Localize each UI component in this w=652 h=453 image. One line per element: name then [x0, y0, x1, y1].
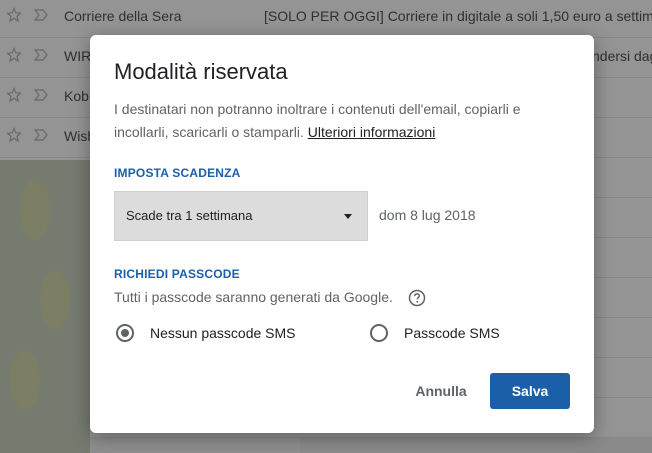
- save-button[interactable]: Salva: [490, 373, 570, 409]
- passcode-hint: Tutti i passcode saranno generati da Goo…: [114, 289, 393, 305]
- help-icon[interactable]: [408, 289, 426, 307]
- dialog-description: I destinatari non potranno inoltrare i c…: [114, 98, 566, 144]
- expiry-date: dom 8 lug 2018: [379, 207, 476, 223]
- expiry-heading: IMPOSTA SCADENZA: [114, 166, 241, 180]
- expiry-select[interactable]: Scade tra 1 settimana: [114, 191, 368, 241]
- expiry-select-value: Scade tra 1 settimana: [126, 208, 253, 223]
- radio-no-sms-passcode[interactable]: Nessun passcode SMS: [116, 324, 296, 342]
- learn-more-link[interactable]: Ulteriori informazioni: [308, 124, 436, 140]
- radio-label: Passcode SMS: [404, 325, 500, 341]
- passcode-heading: RICHIEDI PASSCODE: [114, 267, 240, 281]
- cancel-button[interactable]: Annulla: [408, 373, 474, 409]
- confidential-mode-dialog: Modalità riservata I destinatari non pot…: [90, 35, 594, 433]
- radio-sms-passcode[interactable]: Passcode SMS: [370, 324, 500, 342]
- dialog-title: Modalità riservata: [114, 59, 288, 84]
- radio-selected-icon: [116, 324, 134, 342]
- caret-down-icon: [344, 214, 352, 219]
- radio-label: Nessun passcode SMS: [150, 325, 296, 341]
- radio-unselected-icon: [370, 324, 388, 342]
